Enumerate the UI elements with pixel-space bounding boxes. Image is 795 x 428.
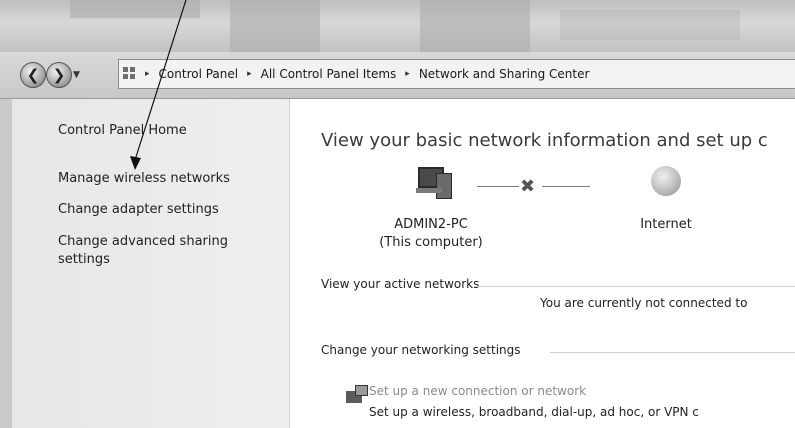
sidebar: Control Panel Home Manage wireless netwo… [0, 99, 290, 428]
title-bar-shading [560, 10, 740, 40]
network-link-line [477, 186, 519, 187]
divider [550, 352, 795, 353]
address-bar[interactable]: ▸ Control Panel ▸ All Control Panel Item… [118, 59, 795, 89]
breadcrumb-control-panel[interactable]: Control Panel [159, 67, 239, 81]
back-arrow-icon[interactable]: ❮ [20, 62, 46, 88]
sidebar-item-advanced-sharing[interactable]: Change advanced sharing settings [58, 233, 258, 269]
sidebar-edge [0, 99, 12, 428]
sidebar-item-change-adapter[interactable]: Change adapter settings [58, 201, 219, 219]
title-bar-shading [70, 0, 200, 18]
page-title: View your basic network information and … [321, 130, 768, 151]
breadcrumb-separator[interactable]: ▸ [145, 69, 150, 79]
setup-connection-link[interactable]: Set up a new connection or network [369, 384, 586, 398]
network-setup-icon [346, 385, 368, 407]
title-bar [0, 0, 795, 52]
globe-icon[interactable] [651, 166, 681, 196]
breadcrumb-network-sharing[interactable]: Network and Sharing Center [419, 67, 590, 81]
computer-subtitle: (This computer) [379, 235, 483, 250]
active-networks-heading: View your active networks [321, 277, 480, 291]
connection-status: You are currently not connected to [540, 296, 748, 310]
x-mark-icon: ✖ [520, 176, 536, 197]
forward-arrow-icon[interactable]: ❯ [46, 62, 72, 88]
internet-label: Internet [640, 217, 692, 232]
breadcrumb-separator[interactable]: ▸ [405, 69, 410, 79]
divider [474, 286, 795, 287]
sidebar-item-manage-wireless[interactable]: Manage wireless networks [58, 170, 230, 188]
title-bar-shading [420, 0, 530, 52]
sidebar-item-control-panel-home[interactable]: Control Panel Home [58, 122, 187, 140]
computer-icon [414, 167, 454, 199]
main-content: View your basic network information and … [290, 99, 795, 428]
breadcrumb-separator[interactable]: ▸ [247, 69, 252, 79]
computer-name: ADMIN2-PC [394, 217, 468, 232]
control-panel-icon [123, 67, 139, 81]
chevron-down-icon[interactable]: ▼ [73, 70, 80, 80]
setup-connection-description: Set up a wireless, broadband, dial-up, a… [369, 405, 699, 419]
breadcrumb-all-items[interactable]: All Control Panel Items [261, 67, 397, 81]
window: ❮ ❯ ▼ ▸ Control Panel ▸ All Control Pane… [0, 0, 795, 428]
networking-settings-heading: Change your networking settings [321, 343, 521, 357]
title-bar-shading [230, 0, 320, 52]
network-link-line [542, 186, 590, 187]
